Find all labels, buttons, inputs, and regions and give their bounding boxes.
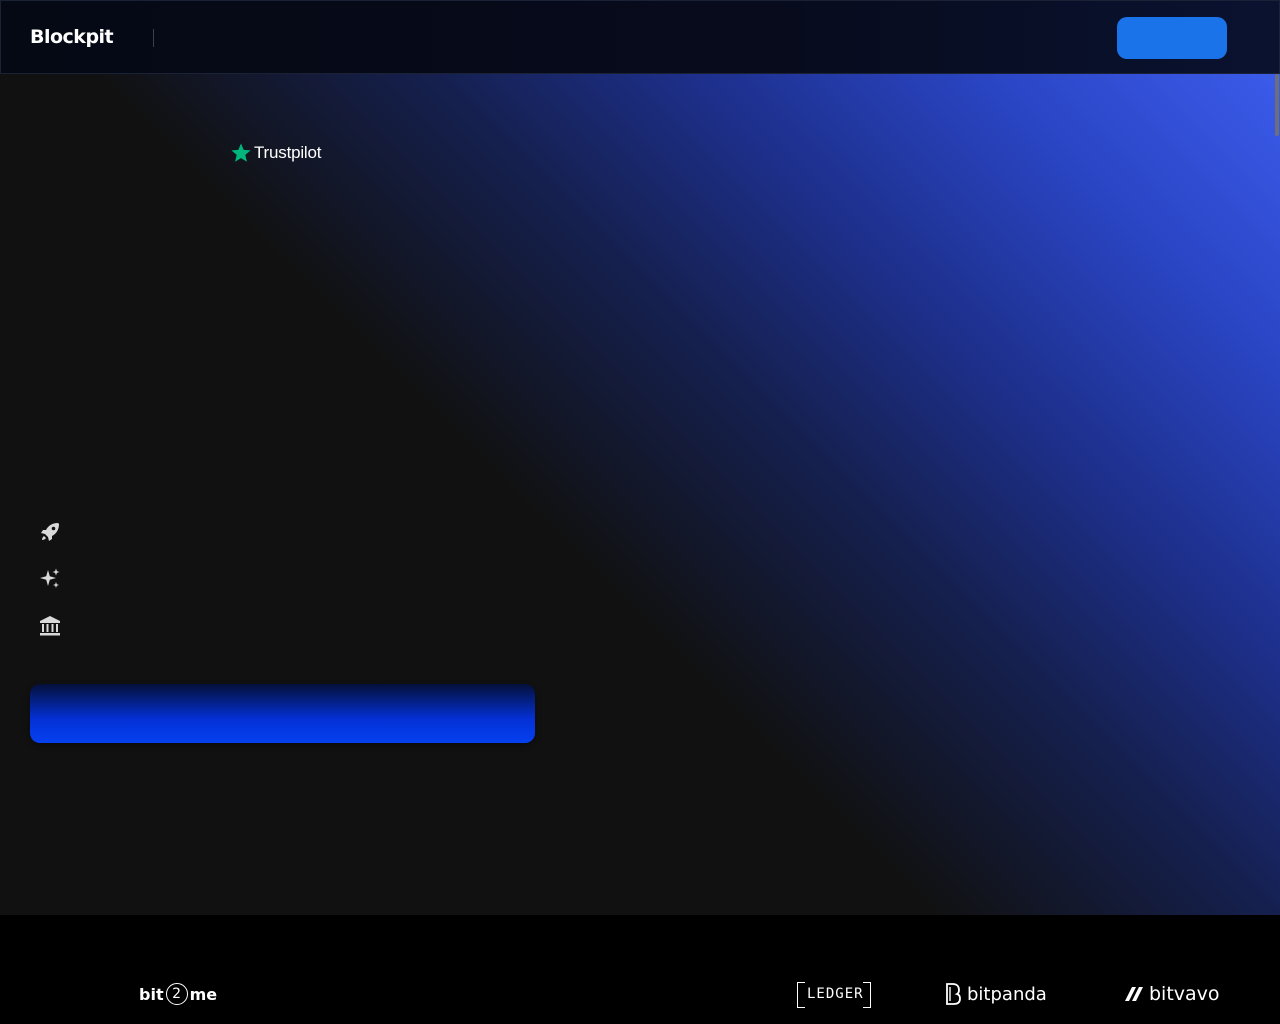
bit2me-prefix: bit <box>139 984 164 1004</box>
bitvavo-mark-icon <box>1125 987 1143 1001</box>
ledger-bracket-right <box>863 982 871 1008</box>
ledger-logo: LEDGER <box>797 982 871 1008</box>
bitvavo-logo: bitvavo <box>1125 983 1220 1005</box>
bit2me-logo: bit 2 me <box>139 983 217 1005</box>
header-cta-button[interactable] <box>1117 17 1227 59</box>
bitvavo-wordmark: bitvavo <box>1149 983 1220 1005</box>
bitpanda-logo: bitpanda <box>945 983 1047 1005</box>
page-root: Blockpit Trustpilot bit 2 me LEDGER bitp… <box>0 0 1280 1024</box>
page-scrollbar[interactable] <box>1275 74 1279 136</box>
bit2me-digit: 2 <box>165 983 188 1005</box>
trustpilot-badge[interactable]: Trustpilot <box>230 142 321 164</box>
star-icon <box>231 143 251 162</box>
ledger-bracket-left <box>797 982 805 1008</box>
hero-section: Trustpilot <box>0 74 1280 915</box>
blockpit-logo[interactable]: Blockpit <box>30 26 114 48</box>
header-divider <box>153 29 154 47</box>
hero-cta-button[interactable] <box>30 684 535 743</box>
bit2me-suffix: me <box>189 984 218 1004</box>
rocket-icon <box>41 523 59 541</box>
partner-logos-bar: bit 2 me LEDGER bitpanda bitvavo <box>0 915 1280 1024</box>
sparkles-icon <box>40 568 60 588</box>
site-header: Blockpit <box>0 0 1280 74</box>
trustpilot-label: Trustpilot <box>254 143 322 162</box>
bitpanda-mark-icon <box>946 983 961 1005</box>
bank-icon <box>40 616 60 636</box>
ledger-wordmark: LEDGER <box>807 986 864 1002</box>
bitpanda-wordmark: bitpanda <box>967 983 1047 1005</box>
